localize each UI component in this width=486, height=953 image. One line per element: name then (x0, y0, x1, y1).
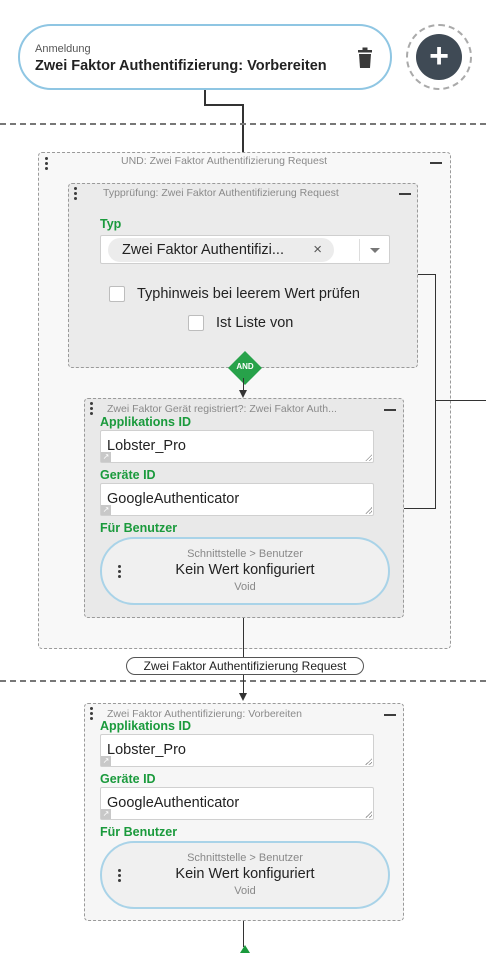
app-id-field[interactable]: Lobster_Pro ↗ (100, 734, 374, 767)
user-node-path: Schnittstelle > Benutzer (187, 548, 303, 560)
resize-handle-icon[interactable] (365, 454, 372, 461)
drag-handle-icon[interactable] (74, 187, 78, 201)
user-node[interactable]: Schnittstelle > Benutzer Kein Wert konfi… (100, 841, 390, 909)
resize-handle-icon[interactable] (365, 758, 372, 765)
trash-icon[interactable] (357, 47, 373, 69)
link-icon[interactable]: ↗ (101, 756, 111, 766)
device-id-label: Geräte ID (100, 468, 156, 482)
connector (243, 675, 244, 693)
arrow-icon (239, 693, 247, 701)
app-id-value: Lobster_Pro (107, 438, 186, 454)
collapse-icon[interactable] (399, 193, 411, 195)
select-divider (359, 239, 360, 261)
user-label: Für Benutzer (100, 825, 178, 839)
user-node-type: Void (234, 581, 256, 593)
typhinweis-checkbox[interactable] (109, 286, 125, 302)
device-id-field[interactable]: GoogleAuthenticator ↗ (100, 483, 374, 516)
resize-handle-icon[interactable] (365, 507, 372, 514)
app-id-value: Lobster_Pro (107, 742, 186, 758)
drag-handle-icon[interactable] (90, 707, 94, 721)
arrow-icon (239, 390, 247, 398)
arrow-up-icon (240, 945, 250, 953)
device-id-label: Geräte ID (100, 772, 156, 786)
user-node-path: Schnittstelle > Benutzer (187, 852, 303, 864)
chevron-down-icon[interactable] (370, 248, 380, 253)
device-id-field[interactable]: GoogleAuthenticator ↗ (100, 787, 374, 820)
connector (404, 508, 436, 509)
section-divider (0, 123, 486, 125)
connector (418, 274, 436, 275)
device-check-title: Zwei Faktor Gerät registriert?: Zwei Fak… (107, 403, 337, 415)
type-check-title: Typprüfung: Zwei Faktor Authentifizierun… (103, 187, 339, 199)
user-node-value: Kein Wert konfiguriert (175, 866, 315, 882)
app-id-field[interactable]: Lobster_Pro ↗ (100, 430, 374, 463)
chip-remove-icon[interactable]: × (313, 238, 322, 262)
type-chip[interactable]: Zwei Faktor Authentifizi... × (108, 238, 334, 262)
device-id-value: GoogleAuthenticator (107, 491, 240, 507)
device-id-value: GoogleAuthenticator (107, 795, 240, 811)
and-connector-label: AND (236, 362, 254, 371)
link-icon[interactable]: ↗ (101, 505, 111, 515)
type-select[interactable]: Zwei Faktor Authentifizi... × (100, 235, 390, 264)
user-node-type: Void (234, 885, 256, 897)
trigger-subtitle: Anmeldung (35, 43, 91, 55)
type-chip-label: Zwei Faktor Authentifizi... (122, 242, 284, 258)
and-block-title: UND: Zwei Faktor Authentifizierung Reque… (121, 155, 328, 167)
app-id-label: Applikations ID (100, 719, 191, 733)
connector (243, 378, 244, 390)
edge-label[interactable]: Zwei Faktor Authentifizierung Request (126, 657, 364, 675)
user-node[interactable]: Schnittstelle > Benutzer Kein Wert konfi… (100, 537, 390, 605)
liste-label: Ist Liste von (216, 315, 294, 331)
collapse-icon[interactable] (384, 714, 396, 716)
user-node-value: Kein Wert konfiguriert (175, 562, 315, 578)
type-label: Typ (100, 217, 122, 231)
connector (204, 104, 244, 106)
app-id-label: Applikations ID (100, 415, 191, 429)
add-node-area: + (406, 24, 472, 90)
resize-handle-icon[interactable] (365, 811, 372, 818)
drag-handle-icon[interactable] (45, 157, 49, 171)
connector (243, 921, 244, 947)
trigger-title: Zwei Faktor Authentifizierung: Vorbereit… (35, 58, 327, 74)
typhinweis-label: Typhinweis bei leerem Wert prüfen (137, 286, 360, 302)
trigger-node[interactable]: Anmeldung Zwei Faktor Authentifizierung:… (18, 24, 392, 90)
liste-checkbox[interactable] (188, 315, 204, 331)
collapse-icon[interactable] (384, 409, 396, 411)
collapse-icon[interactable] (430, 162, 442, 164)
type-check-block[interactable]: Typprüfung: Zwei Faktor Authentifizierun… (68, 183, 418, 368)
user-label: Für Benutzer (100, 521, 178, 535)
connector (243, 618, 244, 658)
add-node-button[interactable]: + (416, 34, 462, 80)
link-icon[interactable]: ↗ (101, 452, 111, 462)
link-icon[interactable]: ↗ (101, 809, 111, 819)
drag-handle-icon[interactable] (90, 402, 94, 416)
connector (435, 274, 436, 508)
connector (435, 400, 486, 401)
